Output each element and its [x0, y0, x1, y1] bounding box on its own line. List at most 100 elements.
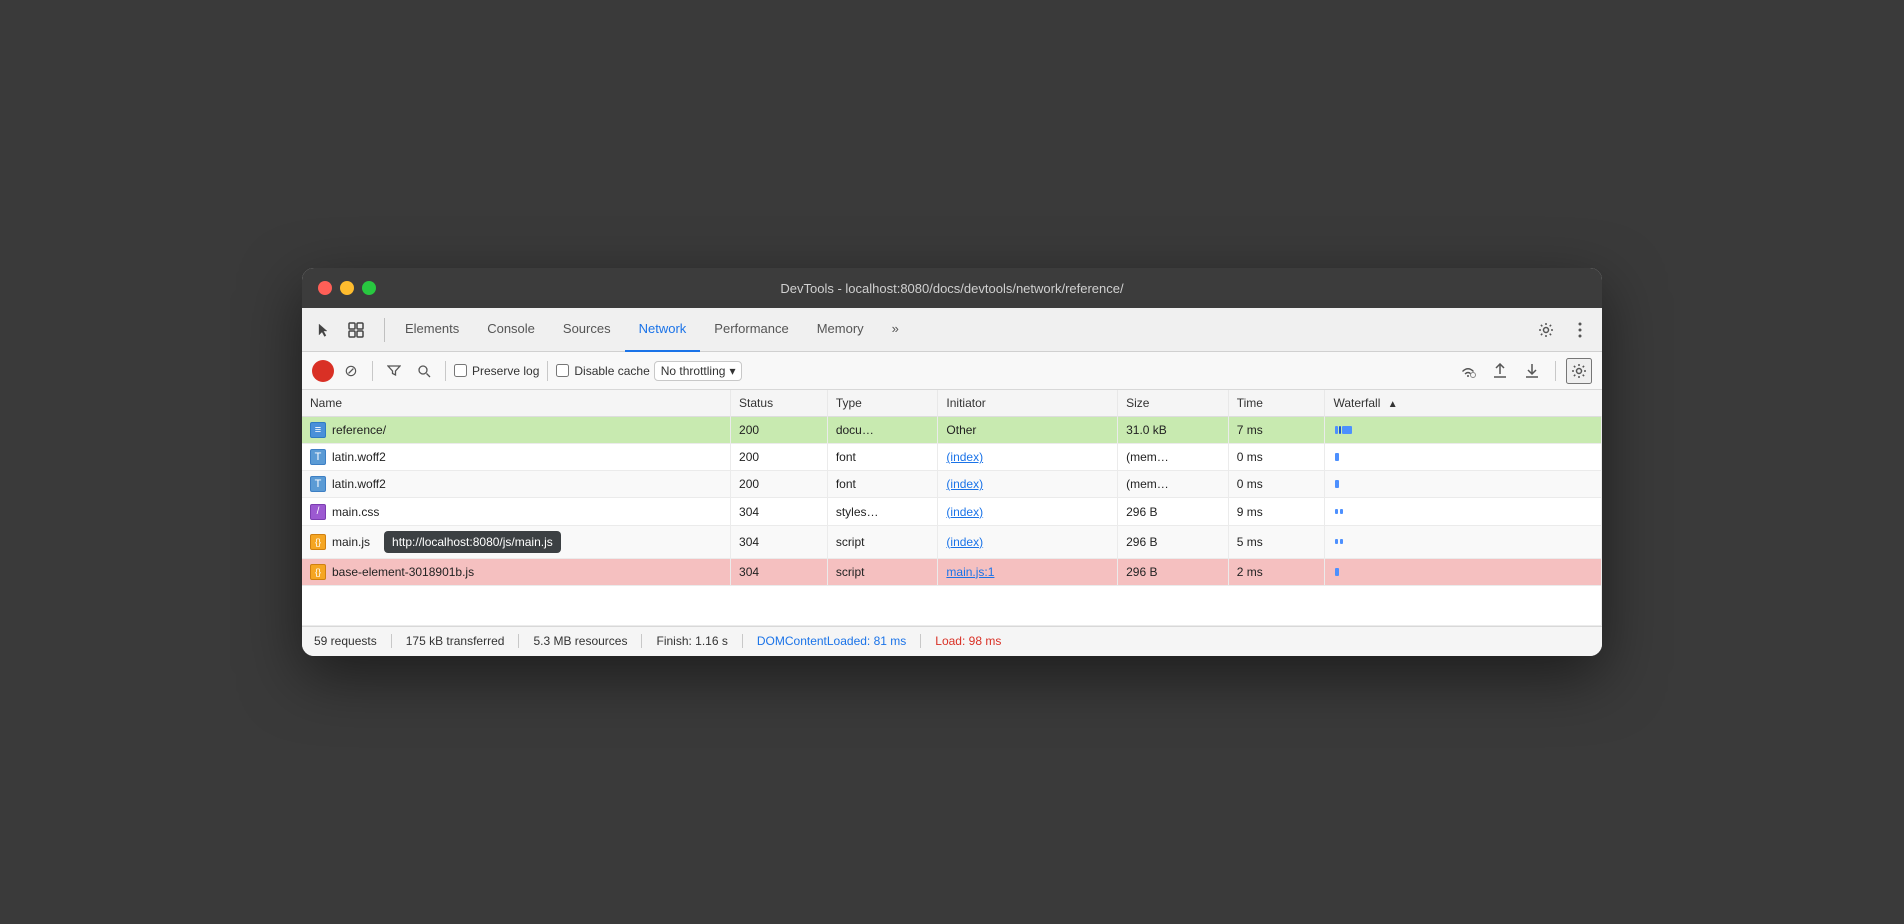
cell-type: font [827, 471, 938, 498]
search-button[interactable] [411, 358, 437, 384]
tab-more[interactable]: » [878, 308, 913, 352]
record-button[interactable] [312, 360, 334, 382]
cell-type: script [827, 558, 938, 585]
cell-initiator[interactable]: (index) [938, 498, 1118, 526]
wf-bar-2 [1340, 539, 1343, 544]
cell-status: 200 [731, 444, 828, 471]
url-tooltip: http://localhost:8080/js/main.js [384, 531, 561, 553]
table-row[interactable]: T latin.woff2 200 font (index) (mem… 0 m… [302, 444, 1602, 471]
throttle-chevron-icon: ▾ [729, 364, 735, 378]
cell-type: font [827, 444, 938, 471]
cell-name[interactable]: T latin.woff2 [302, 444, 731, 471]
waterfall-bar [1333, 536, 1593, 548]
cell-waterfall [1325, 498, 1602, 526]
tab-console[interactable]: Console [473, 308, 549, 352]
cell-size: (mem… [1118, 471, 1229, 498]
tab-elements[interactable]: Elements [391, 308, 473, 352]
cell-initiator[interactable]: (index) [938, 471, 1118, 498]
cell-time: 2 ms [1228, 558, 1325, 585]
cell-initiator[interactable]: (index) [938, 444, 1118, 471]
waterfall-bar [1333, 451, 1593, 463]
throttle-select[interactable]: No throttling ▾ [654, 361, 743, 381]
wf-bar [1335, 480, 1339, 488]
cursor-icon [316, 322, 332, 338]
upload-icon-button[interactable] [1487, 358, 1513, 384]
wf-bar-2 [1340, 509, 1343, 514]
col-size[interactable]: Size [1118, 390, 1229, 417]
network-settings-button[interactable] [1566, 358, 1592, 384]
disable-cache-label[interactable]: Disable cache [556, 364, 649, 378]
filter-button[interactable] [381, 358, 407, 384]
table-row[interactable]: / main.css 304 styles… (index) 296 B 9 m… [302, 498, 1602, 526]
minimize-button[interactable] [340, 281, 354, 295]
cell-initiator[interactable]: main.js:1 [938, 558, 1118, 585]
cursor-icon-button[interactable] [310, 316, 338, 344]
waterfall-bar [1333, 424, 1593, 436]
wf-bar-1 [1335, 539, 1338, 544]
settings-button[interactable] [1532, 316, 1560, 344]
col-waterfall[interactable]: Waterfall ▲ [1325, 390, 1602, 417]
devtools-window: DevTools - localhost:8080/docs/devtools/… [302, 268, 1602, 656]
table-row[interactable]: ≡ reference/ 200 docu… Other 31.0 kB 7 m… [302, 417, 1602, 444]
table-row[interactable]: {} base-element-3018901b.js 304 script m… [302, 558, 1602, 585]
disable-cache-checkbox[interactable] [556, 364, 569, 377]
tab-network[interactable]: Network [625, 308, 701, 352]
cell-status: 304 [731, 498, 828, 526]
cell-waterfall [1325, 525, 1602, 558]
preserve-log-checkbox[interactable] [454, 364, 467, 377]
main-toolbar: Elements Console Sources Network Perform… [302, 308, 1602, 352]
doc-file-icon: ≡ [310, 422, 326, 438]
maximize-button[interactable] [362, 281, 376, 295]
table-body: ≡ reference/ 200 docu… Other 31.0 kB 7 m… [302, 417, 1602, 626]
table-row[interactable]: {} main.js http://localhost:8080/js/main… [302, 525, 1602, 558]
preserve-log-label[interactable]: Preserve log [454, 364, 539, 378]
cell-initiator[interactable]: (index) [938, 525, 1118, 558]
status-bar: 59 requests 175 kB transferred 5.3 MB re… [302, 626, 1602, 656]
finish-time: Finish: 1.16 s [642, 634, 742, 648]
cell-waterfall [1325, 417, 1602, 444]
col-name[interactable]: Name [302, 390, 731, 417]
tab-performance[interactable]: Performance [700, 308, 802, 352]
resources-size: 5.3 MB resources [519, 634, 642, 648]
sort-icon: ▲ [1388, 399, 1398, 410]
wifi-settings-icon [1459, 364, 1477, 378]
close-button[interactable] [318, 281, 332, 295]
download-icon-button[interactable] [1519, 358, 1545, 384]
cell-status: 200 [731, 471, 828, 498]
col-type[interactable]: Type [827, 390, 938, 417]
cell-name[interactable]: {} base-element-3018901b.js [302, 558, 731, 585]
wifi-settings-button[interactable] [1455, 358, 1481, 384]
col-initiator[interactable]: Initiator [938, 390, 1118, 417]
wf-bar-3 [1342, 426, 1352, 434]
font-file-icon: T [310, 449, 326, 465]
cell-name[interactable]: T latin.woff2 [302, 471, 731, 498]
more-options-button[interactable] [1566, 316, 1594, 344]
wf-bar-2 [1339, 426, 1341, 434]
tab-memory[interactable]: Memory [803, 308, 878, 352]
traffic-lights [318, 281, 376, 295]
js-file-icon: {} [310, 564, 326, 580]
js-file-icon: {} [310, 534, 326, 550]
cell-size: 296 B [1118, 498, 1229, 526]
window-title: DevTools - localhost:8080/docs/devtools/… [780, 281, 1123, 296]
more-options-icon [1578, 322, 1582, 338]
cell-time: 0 ms [1228, 444, 1325, 471]
cell-time: 0 ms [1228, 471, 1325, 498]
network-gear-icon [1571, 363, 1587, 379]
table-header: Name Status Type Initiator Size [302, 390, 1602, 417]
cell-type: docu… [827, 417, 938, 444]
clear-button[interactable]: ⊘ [338, 358, 364, 384]
inspect-icon-button[interactable] [342, 316, 370, 344]
tab-sources[interactable]: Sources [549, 308, 625, 352]
cell-name[interactable]: ≡ reference/ [302, 417, 731, 444]
table-row[interactable]: T latin.woff2 200 font (index) (mem… 0 m… [302, 471, 1602, 498]
waterfall-bar [1333, 478, 1593, 490]
col-status[interactable]: Status [731, 390, 828, 417]
upload-icon [1493, 363, 1507, 379]
requests-count: 59 requests [314, 634, 392, 648]
toolbar-right [1532, 316, 1594, 344]
cell-name[interactable]: {} main.js http://localhost:8080/js/main… [302, 525, 731, 558]
download-icon [1525, 363, 1539, 379]
cell-name[interactable]: / main.css [302, 498, 731, 526]
col-time[interactable]: Time [1228, 390, 1325, 417]
